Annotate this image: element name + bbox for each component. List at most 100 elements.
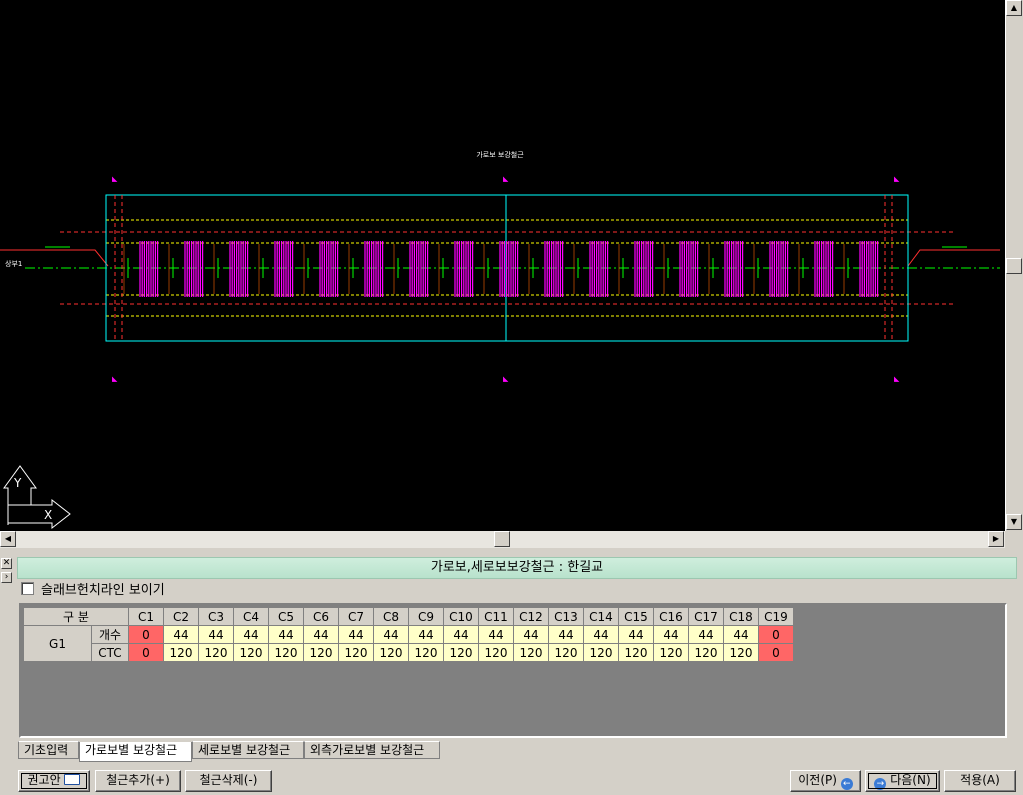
grid-cell[interactable]: 44 xyxy=(338,625,374,644)
grid-cell[interactable]: 44 xyxy=(548,625,584,644)
column-header: C16 xyxy=(653,607,689,626)
hunch-line-checkbox-row[interactable]: 슬래브헌치라인 보이기 xyxy=(21,582,165,600)
grid-cell[interactable]: 44 xyxy=(688,625,724,644)
grid-cell[interactable]: 44 xyxy=(373,625,409,644)
scroll-up-arrow-icon[interactable]: ▲ xyxy=(1006,0,1022,16)
grid-cell[interactable]: 120 xyxy=(338,643,374,662)
column-header: C18 xyxy=(723,607,759,626)
grid-cell[interactable]: 120 xyxy=(268,643,304,662)
grid-cell[interactable]: 120 xyxy=(618,643,654,662)
group-label: G1 xyxy=(23,625,92,662)
delete-rebar-button[interactable]: 철근삭제(-) xyxy=(185,770,272,792)
grid-cell[interactable]: 120 xyxy=(233,643,269,662)
grid-cell[interactable]: 44 xyxy=(653,625,689,644)
tab-basic-input[interactable]: 기초입력 xyxy=(18,741,79,759)
grid-corner-header: 구 분 xyxy=(23,607,129,626)
grid-cell[interactable]: 44 xyxy=(723,625,759,644)
grid-cell[interactable]: 120 xyxy=(688,643,724,662)
column-header: C7 xyxy=(338,607,374,626)
rebar-group xyxy=(483,241,519,297)
scroll-left-arrow-icon[interactable]: ◀ xyxy=(0,531,16,547)
grid-cell[interactable]: 120 xyxy=(478,643,514,662)
grid-cell[interactable]: 120 xyxy=(653,643,689,662)
grid-cell[interactable]: 120 xyxy=(408,643,444,662)
rebar-group xyxy=(393,241,429,297)
grid-cell[interactable]: 120 xyxy=(513,643,549,662)
rebar-group xyxy=(348,241,384,297)
column-header: C15 xyxy=(618,607,654,626)
grid-cell[interactable]: 120 xyxy=(723,643,759,662)
apply-button[interactable]: 적용(A) xyxy=(944,770,1016,792)
grid-cell[interactable]: 120 xyxy=(443,643,479,662)
grid-cell[interactable]: 44 xyxy=(478,625,514,644)
scroll-corner xyxy=(1005,531,1023,548)
marker-tr: ◣ xyxy=(894,175,900,183)
grid-row[interactable]: G1 개수 0 44 44 44 44 44 44 44 44 44 44 44 44 44 44 44 44 44 0 xyxy=(23,625,794,662)
rebar-group xyxy=(528,241,564,297)
recommend-button-label: 권고안 xyxy=(27,773,61,787)
grid-cell[interactable]: 0 xyxy=(758,643,794,662)
panel-title: 가로보,세로보보강철근 : 한길교 xyxy=(17,557,1017,579)
grid-cell[interactable]: 44 xyxy=(303,625,339,644)
horizontal-scrollbar[interactable]: ◀ ▶ xyxy=(0,531,1005,548)
column-header: C8 xyxy=(373,607,409,626)
grid-header-row: 구 분 C1 C2 C3 C4 C5 C6 C7 C8 C9 C10 C11 C12 C13 C14 C15 C… xyxy=(23,607,794,626)
grid-cell[interactable]: 120 xyxy=(583,643,619,662)
grid-cell[interactable]: 120 xyxy=(198,643,234,662)
grid-row[interactable]: CTC 0 120 120 120 120 120 120 120 120 120 120 120 120… xyxy=(24,643,794,662)
grid-cell[interactable]: 0 xyxy=(128,643,164,662)
recommend-button[interactable]: 권고안 xyxy=(18,770,90,792)
arrow-right-circle-icon: → xyxy=(874,778,887,790)
grid-cell[interactable]: 120 xyxy=(548,643,584,662)
horizontal-scroll-thumb[interactable] xyxy=(494,531,510,547)
expand-icon[interactable]: › xyxy=(1,572,12,583)
close-icon[interactable]: ✕ xyxy=(1,558,12,569)
column-header: C2 xyxy=(163,607,199,626)
vertical-scrollbar[interactable]: ▲ ▼ xyxy=(1005,0,1023,531)
marker-br: ◣ xyxy=(894,375,900,383)
column-header: C5 xyxy=(268,607,304,626)
column-header: C9 xyxy=(408,607,444,626)
grid-cell[interactable]: 0 xyxy=(128,625,164,644)
row-label: 개수 xyxy=(91,625,129,644)
rebar-group xyxy=(438,241,474,297)
arrow-left-circle-icon: ← xyxy=(840,778,853,790)
vertical-scroll-thumb[interactable] xyxy=(1006,258,1022,274)
rebar-group xyxy=(258,241,294,297)
column-header: C17 xyxy=(688,607,724,626)
column-header: C11 xyxy=(478,607,514,626)
rebar-groups xyxy=(123,241,879,297)
rebar-grid[interactable]: 구 분 C1 C2 C3 C4 C5 C6 C7 C8 C9 C10 C11 C12 C13 C14 C15 C… xyxy=(19,603,1007,738)
grid-cell[interactable]: 44 xyxy=(268,625,304,644)
grid-cell[interactable]: 44 xyxy=(198,625,234,644)
cad-viewport[interactable]: ◣ ◣ ◣ ◣ ◣ ◣ 가로보 보강철근 상부1 Y X xyxy=(0,0,1005,531)
grid-cell[interactable]: 44 xyxy=(233,625,269,644)
marker-tl: ◣ xyxy=(112,175,118,183)
grid-cell[interactable]: 44 xyxy=(443,625,479,644)
grid-cell[interactable]: 0 xyxy=(758,625,794,644)
column-header: C10 xyxy=(443,607,479,626)
prev-button[interactable]: 이전(P) ← xyxy=(790,770,861,792)
tab-stringer-rebar[interactable]: 세로보별 보강철근 xyxy=(192,741,304,759)
column-header: C12 xyxy=(513,607,549,626)
scroll-down-arrow-icon[interactable]: ▼ xyxy=(1006,514,1022,530)
next-button[interactable]: → 다음(N) xyxy=(865,770,940,792)
hunch-line-checkbox-label: 슬래브헌치라인 보이기 xyxy=(41,583,165,598)
tab-crossbeam-rebar[interactable]: 가로보별 보강철근 xyxy=(79,742,192,762)
grid-cell[interactable]: 120 xyxy=(373,643,409,662)
add-rebar-button[interactable]: 철근추가(+) xyxy=(95,770,181,792)
grid-cell[interactable]: 44 xyxy=(408,625,444,644)
grid-cell[interactable]: 44 xyxy=(513,625,549,644)
hunch-line-checkbox[interactable] xyxy=(21,582,34,595)
tab-outer-crossbeam-rebar[interactable]: 외측가로보별 보강철근 xyxy=(304,741,440,759)
grid-cell[interactable]: 44 xyxy=(618,625,654,644)
grid-cell[interactable]: 44 xyxy=(583,625,619,644)
column-header: C1 xyxy=(128,607,164,626)
grid-cell[interactable]: 120 xyxy=(303,643,339,662)
marker-tc: ◣ xyxy=(503,175,509,183)
ucs-x-label: X xyxy=(44,508,52,522)
scroll-right-arrow-icon[interactable]: ▶ xyxy=(988,531,1004,547)
rebar-table[interactable]: 구 분 C1 C2 C3 C4 C5 C6 C7 C8 C9 C10 C11 C12 C13 C14 C15 C… xyxy=(23,607,794,662)
grid-cell[interactable]: 44 xyxy=(163,625,199,644)
grid-cell[interactable]: 120 xyxy=(163,643,199,662)
